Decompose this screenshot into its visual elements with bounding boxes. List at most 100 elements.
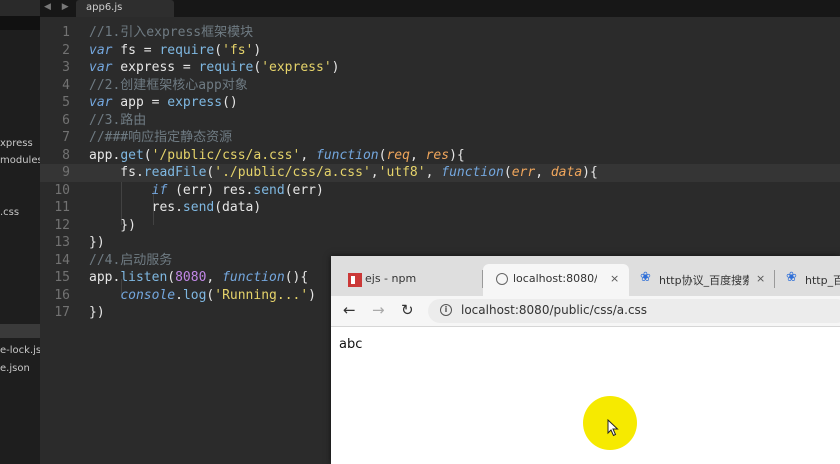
code-text: console.log('Running...') [89, 287, 316, 305]
code-token: //###响应指定静态资源 [89, 130, 233, 145]
file-sidebar: xpress modules .css e-lock.js e.json [0, 0, 40, 464]
code-line[interactable]: 9 fs.readFile('./public/css/a.css','utf8… [40, 164, 840, 182]
line-number: 16 [54, 287, 70, 303]
code-line[interactable]: 12 }) [40, 217, 840, 235]
code-text: //3.路由 [89, 112, 146, 130]
sidebar-item[interactable]: .css [0, 207, 19, 218]
code-token: readFile [143, 165, 207, 180]
page-icon [496, 273, 508, 285]
code-token: express = [112, 60, 199, 75]
code-line[interactable]: 6 //3.路由 [40, 112, 840, 130]
code-token: err [511, 165, 536, 180]
code-token: (data) [214, 200, 262, 215]
code-token: (err) res. [167, 182, 254, 198]
code-token: ) [253, 42, 262, 58]
baidu-paw-icon: ❀ [640, 270, 651, 285]
code-token: . [175, 287, 183, 303]
line-number: 11 [54, 200, 70, 215]
code-token: 'utf8' [378, 165, 426, 180]
code-text: //2.创建框架核心app对象 [89, 77, 248, 95]
code-text: }) [89, 234, 105, 252]
code-text: }) [89, 217, 136, 235]
address-bar-url[interactable]: localhost:8080/public/css/a.css [461, 303, 647, 317]
editor-tab-bar: ◀ ▶ app6.js [40, 0, 840, 17]
code-token: }) [89, 217, 136, 233]
browser-tab-baidu[interactable]: ❀ http_百度 [775, 264, 840, 296]
code-token: var [89, 42, 113, 58]
reload-icon[interactable]: ↻ [401, 301, 414, 319]
sidebar-item[interactable]: e.json [0, 363, 30, 374]
code-token: , [425, 165, 442, 180]
code-line[interactable]: 8 app.get('/public/css/a.css', function(r… [40, 147, 840, 165]
line-number: 13 [54, 235, 70, 250]
code-token: './public/css/a.css' [214, 165, 371, 180]
line-number: 8 [62, 147, 70, 163]
line-number: 15 [54, 270, 70, 285]
code-line[interactable]: 1 //1.引入express框架模块 [40, 24, 840, 42]
code-token: function [441, 165, 504, 180]
code-line[interactable]: 13}) [40, 234, 840, 252]
sidebar-header [0, 0, 40, 16]
sidebar-item[interactable]: xpress [0, 138, 33, 149]
code-token: '/public/css/a.css' [151, 147, 301, 163]
code-token: ) [331, 60, 340, 75]
address-bar[interactable]: i localhost:8080/public/css/a.css [428, 299, 840, 323]
code-token: req [386, 147, 410, 163]
code-text: //1.引入express框架模块 [89, 24, 253, 42]
code-token: send [182, 200, 215, 215]
line-number: 5 [62, 95, 70, 110]
code-token: }) [89, 235, 105, 250]
line-number: 9 [62, 165, 70, 180]
code-token: , [409, 147, 426, 163]
code-token: console [120, 287, 176, 303]
close-tab-icon[interactable]: × [610, 272, 619, 285]
code-token: () [222, 95, 238, 110]
editor-tab-app6[interactable]: app6.js [76, 0, 174, 17]
sidebar-item[interactable]: modules [0, 155, 40, 166]
code-line[interactable]: 2 var fs = require('fs') [40, 42, 840, 60]
browser-tab-localhost[interactable]: localhost:8080/pu × [483, 264, 629, 296]
code-token: }) [89, 305, 105, 320]
browser-window: ejs - npm localhost:8080/pu × ❀ http协议_百… [331, 256, 840, 464]
code-token: //1.引入express框架模块 [89, 25, 254, 40]
close-tab-icon[interactable]: × [756, 272, 765, 285]
info-icon[interactable]: i [440, 304, 452, 316]
code-line[interactable]: 10 if (err) res.send(err) [40, 182, 840, 200]
line-number: 3 [62, 60, 70, 75]
browser-tab-baidu-http[interactable]: ❀ http协议_百度搜索 × [629, 264, 775, 296]
code-line[interactable]: 4 //2.创建框架核心app对象 [40, 77, 840, 95]
line-number: 7 [62, 130, 70, 145]
code-token: res. [89, 200, 183, 215]
code-token: function [316, 147, 379, 163]
code-token: ( [167, 270, 176, 285]
code-token: var [89, 95, 113, 110]
code-text: //###响应指定静态资源 [89, 129, 232, 147]
code-line[interactable]: 5 var app = express() [40, 94, 840, 112]
code-token: //3.路由 [89, 112, 147, 128]
code-token: 8080 [175, 270, 207, 285]
browser-tab-label: http_百度 [805, 274, 840, 287]
code-token: 'fs' [222, 42, 254, 58]
back-arrow-icon[interactable]: ← [343, 301, 356, 319]
code-token: var [89, 60, 113, 75]
sidebar-item[interactable]: e-lock.js [0, 345, 40, 356]
code-line[interactable]: 3 var express = require('express') [40, 59, 840, 77]
code-token: app. [89, 270, 121, 285]
browser-tab-npm[interactable]: ejs - npm [335, 264, 483, 296]
line-number: 14 [54, 252, 70, 268]
forward-arrow-icon[interactable]: → [372, 301, 385, 319]
code-line[interactable]: 7 //###响应指定静态资源 [40, 129, 840, 147]
code-line[interactable]: 11 res.send(data) [40, 199, 840, 217]
sidebar-selected-row [0, 16, 40, 30]
baidu-paw-icon: ❀ [786, 270, 797, 285]
page-body-text: abc [339, 337, 363, 352]
code-token: , [535, 165, 551, 180]
line-number: 4 [62, 77, 70, 93]
code-text: res.send(data) [89, 199, 262, 217]
line-number: 10 [54, 182, 70, 198]
code-text: app.listen(8080, function(){ [89, 269, 308, 287]
line-number: 6 [62, 112, 70, 128]
code-token: function [222, 270, 285, 285]
tab-nav-arrows[interactable]: ◀ ▶ [44, 2, 73, 12]
